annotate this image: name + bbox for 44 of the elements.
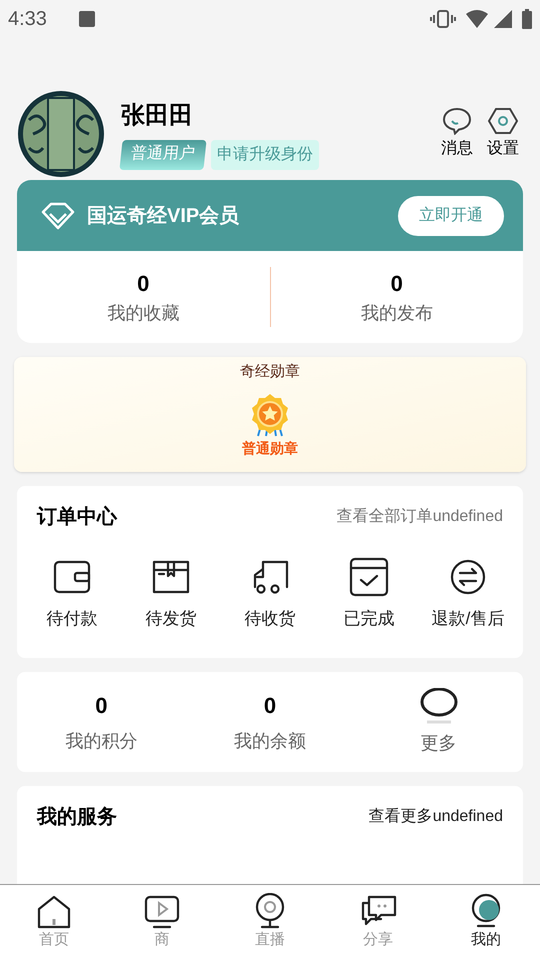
order-status-button[interactable]: 待收货 bbox=[225, 556, 315, 632]
more-services-link[interactable]: 查看更多undefined bbox=[368, 805, 503, 829]
all-orders-link[interactable]: 查看全部订单undefined bbox=[336, 505, 503, 529]
play-screen-icon bbox=[144, 895, 180, 929]
stat-value: 0 bbox=[95, 692, 108, 720]
vip-title: 国运奇经VIP会员 bbox=[87, 204, 240, 228]
tab-item[interactable]: 我的 bbox=[432, 885, 540, 960]
calendar-check-icon bbox=[349, 557, 389, 597]
circle-icon bbox=[418, 688, 459, 724]
role-badge: 普通用户 bbox=[119, 140, 207, 170]
exchange-icon bbox=[450, 559, 486, 595]
medal-section-title: 奇经勋章 bbox=[240, 362, 300, 382]
order-title: 订单中心 bbox=[37, 504, 117, 530]
settings-button[interactable]: 设置 bbox=[487, 107, 519, 161]
medal-name: 普通勋章 bbox=[242, 438, 298, 458]
diamond-icon bbox=[41, 202, 75, 230]
order-status-button[interactable]: 待付款 bbox=[27, 556, 117, 632]
order-status-button[interactable]: 待发货 bbox=[126, 556, 216, 632]
wifi-icon bbox=[466, 10, 488, 28]
webcam-icon bbox=[254, 893, 286, 929]
services-title: 我的服务 bbox=[37, 805, 117, 830]
stat-label: 我的积分 bbox=[65, 730, 138, 753]
message-button[interactable]: 消息 bbox=[441, 107, 473, 161]
chat-bubble-icon bbox=[442, 107, 472, 135]
battery-icon bbox=[522, 9, 532, 29]
stat-value: 0 bbox=[390, 270, 403, 298]
stat-value: 0 bbox=[264, 692, 276, 720]
status-time: 4:33 bbox=[8, 7, 47, 32]
box-icon bbox=[152, 560, 190, 594]
profile-icon bbox=[470, 893, 502, 929]
stat-label: 我的余额 bbox=[234, 730, 306, 753]
stat-label: 更多 bbox=[420, 732, 457, 754]
wallet-icon bbox=[53, 560, 91, 594]
settings-icon bbox=[488, 107, 518, 135]
vibrate-icon bbox=[430, 10, 456, 28]
user-name: 张田田 bbox=[121, 101, 194, 131]
stat-value: 0 bbox=[137, 270, 150, 298]
signal-icon bbox=[494, 10, 512, 28]
stat-label: 我的收藏 bbox=[107, 302, 180, 325]
truck-icon bbox=[251, 559, 289, 595]
order-status-button[interactable]: 已完成 bbox=[324, 556, 414, 632]
stat-label: 我的发布 bbox=[360, 302, 433, 325]
home-icon bbox=[37, 895, 71, 929]
order-status-button[interactable]: 退款/售后 bbox=[423, 556, 513, 632]
